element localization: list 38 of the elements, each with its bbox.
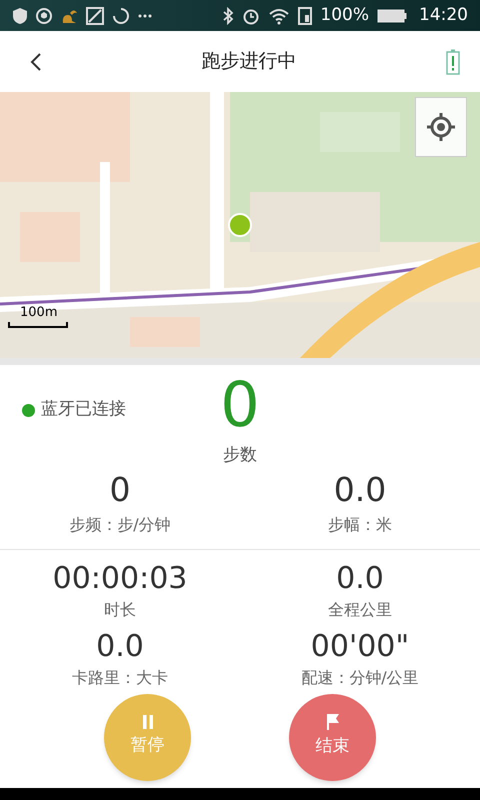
alarm-icon bbox=[242, 6, 260, 24]
metric-label: 全程公里 bbox=[328, 598, 392, 620]
bluetooth-icon bbox=[222, 6, 234, 24]
battery-icon bbox=[377, 8, 407, 22]
battery-icon bbox=[446, 48, 460, 74]
image-icon bbox=[86, 6, 104, 24]
clock-time: 14:20 bbox=[419, 4, 468, 27]
metric-value: 00'00" bbox=[310, 628, 410, 666]
locate-icon bbox=[426, 112, 456, 142]
sim-card-icon bbox=[298, 6, 312, 24]
steps-value: 0 bbox=[220, 367, 260, 443]
locate-button[interactable] bbox=[415, 97, 467, 157]
sync-icon bbox=[112, 6, 130, 24]
shield-icon bbox=[12, 6, 28, 24]
page-title: 跑步进行中 bbox=[202, 49, 296, 74]
steps-label: 步数 bbox=[223, 444, 257, 467]
metric-label: 步频：步/分钟 bbox=[69, 514, 171, 536]
metric-value: 00:00:03 bbox=[52, 560, 188, 598]
battery-percent: 100% bbox=[320, 4, 369, 27]
flag-icon bbox=[326, 714, 340, 730]
metric-label: 卡路里：大卡 bbox=[72, 666, 168, 688]
pause-button[interactable]: 暂停 bbox=[104, 694, 191, 780]
metric-value: 0 bbox=[110, 468, 130, 510]
pause-icon bbox=[142, 715, 154, 730]
more-icon bbox=[138, 14, 152, 18]
scale-bar-icon bbox=[8, 322, 68, 328]
metric-label: 步幅：米 bbox=[328, 514, 392, 536]
metric-label: 时长 bbox=[104, 598, 136, 620]
metric-value: 0.0 bbox=[336, 560, 384, 598]
shield-icon bbox=[36, 6, 52, 24]
wifi-icon bbox=[268, 6, 290, 24]
map-scale-label: 100m bbox=[20, 304, 58, 322]
stop-button[interactable]: 结束 bbox=[289, 694, 376, 780]
bluetooth-status: 蓝牙已连接 bbox=[41, 398, 126, 422]
back-icon bbox=[30, 52, 42, 72]
metric-value: 0.0 bbox=[334, 468, 386, 510]
metric-value: 0.0 bbox=[96, 628, 144, 666]
metric-label: 配速：分钟/公里 bbox=[301, 666, 419, 688]
